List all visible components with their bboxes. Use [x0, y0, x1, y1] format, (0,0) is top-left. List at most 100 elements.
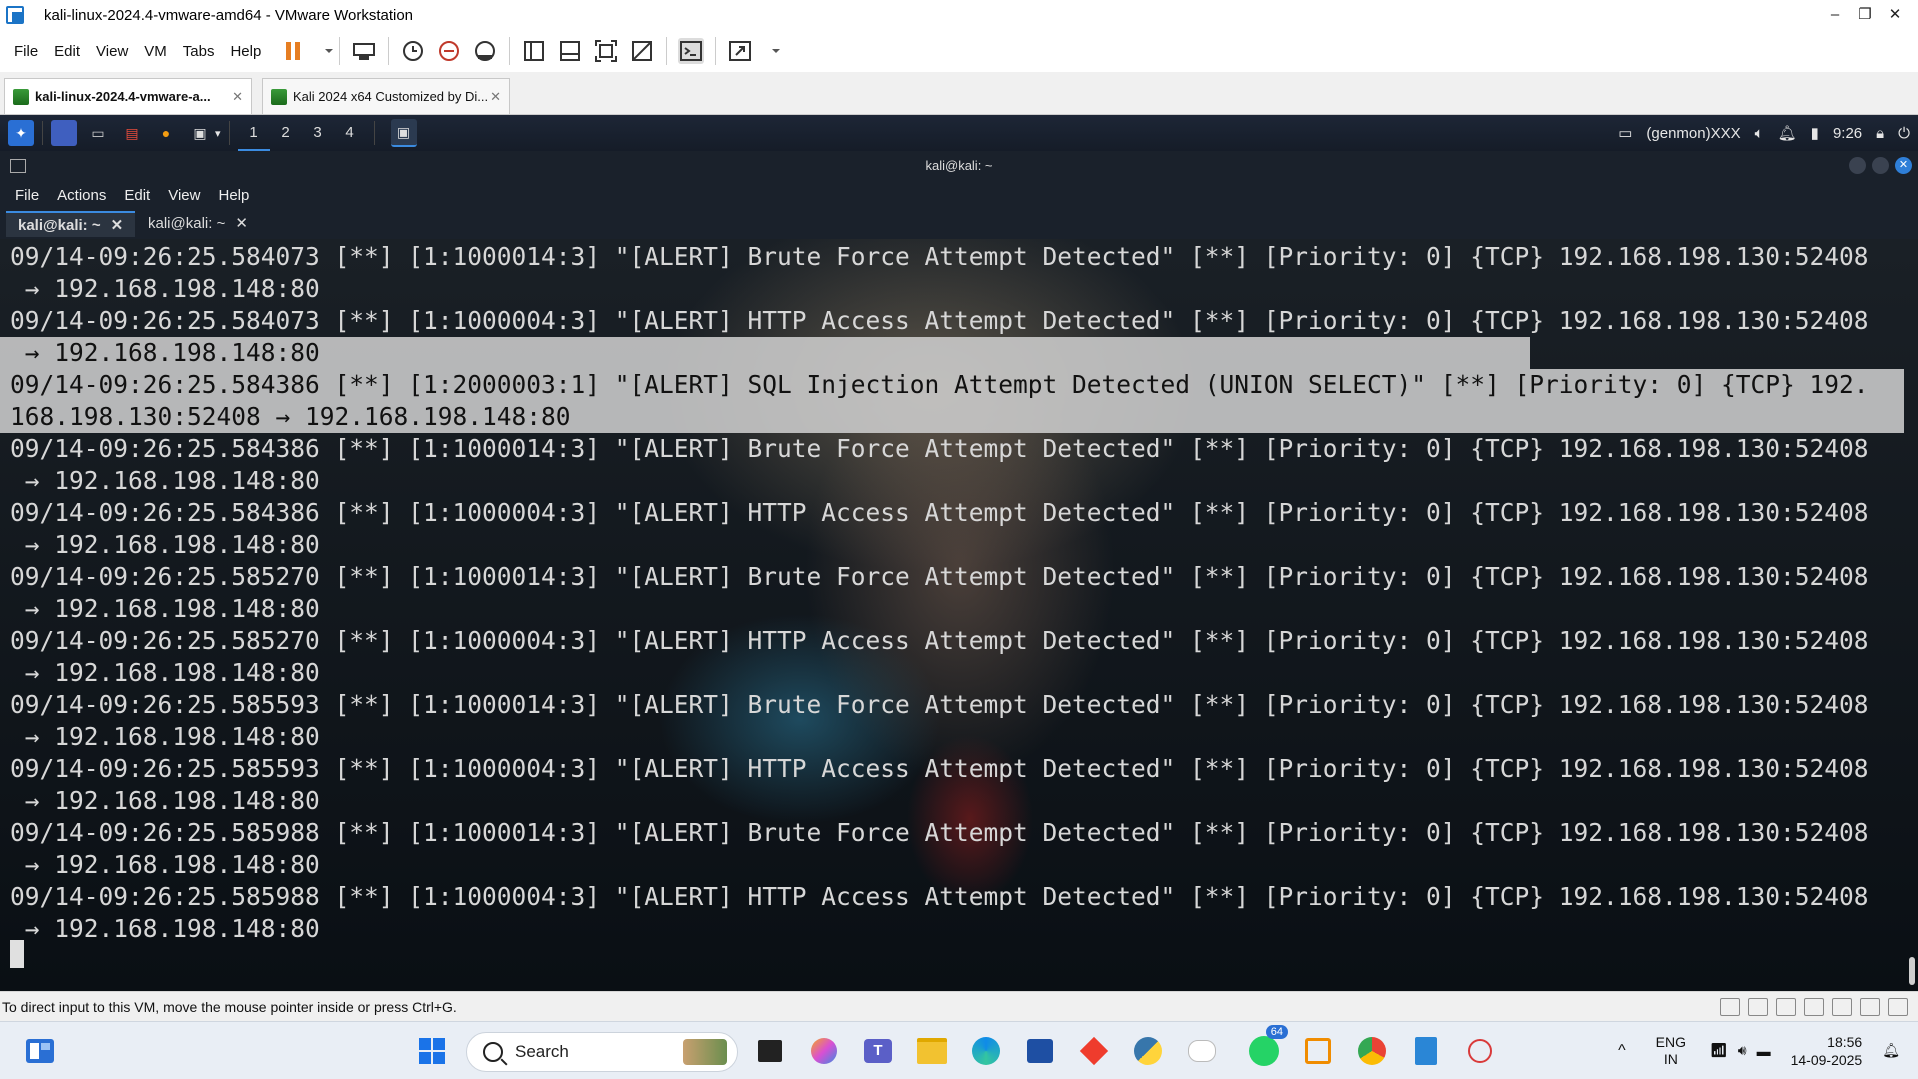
close-button[interactable]: ✕	[1880, 0, 1910, 30]
kali-top-panel: ✦ ▭ ▤ ● ▣ ▾ 1 2 3 4 ▣ ▭ (genmon)XXX 🔈︎ 🔔…	[0, 115, 1918, 151]
volume-icon[interactable]: 🔈︎	[1755, 125, 1764, 142]
terminal-tab-label: kali@kali: ~	[148, 215, 226, 232]
close-tab-icon[interactable]: ✕	[490, 89, 501, 105]
panel-clock[interactable]: 9:26	[1833, 125, 1862, 142]
terminal-output[interactable]: 09/14-09:26:25.584073 [**] [1:1000014:3]…	[0, 239, 1918, 991]
maximize-dot-button[interactable]	[1872, 157, 1889, 174]
terminal-launcher-icon[interactable]: ▣	[187, 120, 213, 146]
launcher-dropdown-icon[interactable]: ▾	[215, 127, 221, 140]
teams-icon[interactable]: T	[858, 1031, 898, 1071]
monitor-icon: ▭	[1618, 125, 1633, 142]
workspace-3[interactable]: 3	[302, 115, 334, 151]
restore-button[interactable]: ❐	[1850, 0, 1880, 30]
text-editor-icon[interactable]: ▤	[119, 120, 145, 146]
display-device-icon[interactable]	[1860, 998, 1880, 1016]
message-log-icon[interactable]	[1888, 998, 1908, 1016]
stretch-dropdown-icon[interactable]	[763, 38, 781, 64]
taskbar-search[interactable]: Search	[466, 1032, 738, 1072]
task-view-icon[interactable]	[750, 1031, 790, 1071]
terminal-line: 168.198.130:52408 → 192.168.198.148:80	[0, 401, 1904, 433]
terminal-line: 09/14-09:26:25.584386 [**] [1:1000014:3]…	[10, 434, 1869, 463]
workspace-2[interactable]: 2	[270, 115, 302, 151]
snapshot-manager-icon[interactable]	[472, 38, 498, 64]
snapshot-icon[interactable]	[400, 38, 426, 64]
term-menu-file[interactable]: File	[15, 187, 39, 204]
widgets-icon[interactable]	[20, 1031, 60, 1071]
terminal-task-icon[interactable]: ▣	[390, 119, 417, 147]
tab-kali-2024-customized[interactable]: Kali 2024 x64 Customized by Di... ✕	[262, 78, 510, 114]
close-terminal-tab-icon[interactable]: ✕	[235, 215, 248, 232]
terminal-line: 09/14-09:26:25.584386 [**] [1:1000004:3]…	[10, 498, 1869, 527]
minimize-dot-button[interactable]	[1849, 157, 1866, 174]
minimize-button[interactable]: –	[1820, 0, 1850, 30]
terminal-line: 09/14-09:26:25.585988 [**] [1:1000004:3]…	[10, 882, 1869, 911]
term-menu-view[interactable]: View	[168, 187, 200, 204]
kali-menu-icon[interactable]: ✦	[8, 120, 34, 146]
tray-overflow-chevron-icon[interactable]: ^	[1618, 1042, 1626, 1060]
workspace-4[interactable]: 4	[334, 115, 366, 151]
battery-tray-icon[interactable]: ▬	[1757, 1043, 1771, 1059]
hdd-device-icon[interactable]	[1720, 998, 1740, 1016]
library-view-icon[interactable]	[521, 38, 547, 64]
unity-icon[interactable]	[629, 38, 655, 64]
thumbnail-view-icon[interactable]	[557, 38, 583, 64]
menu-edit[interactable]: Edit	[54, 43, 80, 60]
terminal-tab-2[interactable]: kali@kali: ~ ✕	[136, 211, 260, 237]
notepad-icon[interactable]	[1406, 1031, 1446, 1071]
revert-snapshot-icon[interactable]	[436, 38, 462, 64]
whatsapp-icon[interactable]: 64	[1244, 1025, 1288, 1071]
close-terminal-tab-icon[interactable]: ✕	[111, 217, 124, 234]
menu-view[interactable]: View	[96, 43, 128, 60]
firefox-icon[interactable]: ●	[153, 120, 179, 146]
battery-icon[interactable]: ▮	[1811, 124, 1819, 142]
term-menu-actions[interactable]: Actions	[57, 187, 106, 204]
term-menu-help[interactable]: Help	[218, 187, 249, 204]
network-device-icon[interactable]	[1748, 998, 1768, 1016]
chrome-icon[interactable]	[1352, 1031, 1392, 1071]
close-dot-button[interactable]: ✕	[1895, 157, 1912, 174]
menu-help[interactable]: Help	[230, 43, 261, 60]
lock-icon[interactable]: 🔒︎	[1876, 125, 1884, 142]
terminal-scrollbar[interactable]	[1905, 239, 1915, 991]
fullscreen-icon[interactable]	[593, 38, 619, 64]
file-explorer-icon[interactable]	[912, 1031, 952, 1071]
pause-icon[interactable]	[280, 38, 306, 64]
anydesk-icon[interactable]	[1074, 1031, 1114, 1071]
speaker-icon[interactable]: 🔊︎	[1738, 1042, 1747, 1059]
copilot-icon[interactable]	[804, 1031, 844, 1071]
tray-app-icon[interactable]	[1182, 1031, 1222, 1071]
show-desktop-icon[interactable]	[51, 120, 77, 146]
edge-icon[interactable]	[966, 1031, 1006, 1071]
terminal-line: → 192.168.198.148:80	[10, 850, 320, 879]
notification-bell-icon[interactable]: 🔔︎	[1778, 124, 1797, 142]
printer-device-icon[interactable]	[1832, 998, 1852, 1016]
terminal-window: kali@kali: ~ ✕ File Actions Edit View He…	[0, 151, 1918, 991]
tab-kali-2024-4[interactable]: kali-linux-2024.4-vmware-a... ✕	[4, 78, 252, 114]
close-tab-icon[interactable]: ✕	[232, 89, 243, 105]
file-manager-icon[interactable]: ▭	[85, 120, 111, 146]
store-icon[interactable]	[1020, 1031, 1060, 1071]
menu-vm[interactable]: VM	[144, 43, 167, 60]
usb-device-icon[interactable]	[1776, 998, 1796, 1016]
send-ctrl-alt-del-icon[interactable]	[351, 38, 377, 64]
workspace-1[interactable]: 1	[237, 115, 270, 151]
taskbar-clock[interactable]: 18:56 14-09-2025	[1791, 1033, 1863, 1069]
terminal-tab-1[interactable]: kali@kali: ~ ✕	[6, 211, 136, 237]
console-view-icon[interactable]	[678, 38, 705, 64]
notification-icon[interactable]: 🔔︎	[1882, 1042, 1900, 1059]
start-windows-icon[interactable]	[412, 1031, 452, 1071]
pause-dropdown-icon[interactable]	[316, 38, 334, 64]
term-menu-edit[interactable]: Edit	[124, 187, 150, 204]
wifi-icon[interactable]: 📶︎	[1710, 1042, 1728, 1059]
menu-file[interactable]: File	[14, 43, 38, 60]
power-icon[interactable]: ⏻	[1898, 125, 1910, 142]
sound-device-icon[interactable]	[1804, 998, 1824, 1016]
terminal-line: 09/14-09:26:25.585270 [**] [1:1000004:3]…	[10, 626, 1869, 655]
stretch-view-icon[interactable]	[727, 38, 753, 64]
menu-tabs[interactable]: Tabs	[183, 43, 215, 60]
vmware-taskbar-icon[interactable]	[1298, 1031, 1338, 1071]
snipping-tool-icon[interactable]	[1460, 1031, 1500, 1071]
language-indicator[interactable]: ENG IN	[1656, 1034, 1686, 1068]
python-icon[interactable]	[1128, 1031, 1168, 1071]
terminal-line: → 192.168.198.148:80	[10, 594, 320, 623]
